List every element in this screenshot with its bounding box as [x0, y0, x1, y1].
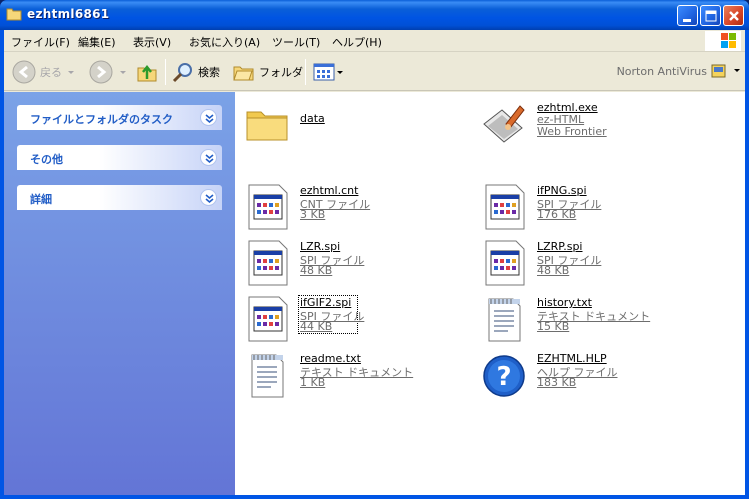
folder-up-icon	[137, 64, 157, 82]
norton-icon[interactable]	[711, 63, 727, 79]
file-item[interactable]: ifPNG.spi SPI ファイル 176 KB	[480, 183, 680, 231]
title-bar[interactable]: ezhtml6861	[0, 0, 749, 30]
task-title: 詳細	[30, 193, 52, 206]
close-icon	[729, 11, 739, 21]
window-file-icon	[248, 184, 288, 230]
file-view: data ezhtml.exe ez-HTML Web Frontier ezh…	[235, 92, 745, 495]
toolbar-separator	[165, 59, 166, 85]
task-details[interactable]: 詳細	[17, 185, 222, 210]
menu-help[interactable]: ヘルプ(H)	[332, 34, 382, 50]
close-button[interactable]	[723, 5, 744, 26]
windows-logo	[705, 31, 741, 51]
folders-icon	[233, 66, 254, 81]
file-item[interactable]: ezhtml.cnt CNT ファイル 3 KB	[243, 183, 443, 231]
search-label: 検索	[198, 66, 220, 79]
menu-favorites[interactable]: お気に入り(A)	[189, 34, 260, 50]
file-item[interactable]: readme.txt テキスト ドキュメント 1 KB	[243, 351, 443, 399]
help-file-icon: ?	[483, 355, 525, 397]
file-name: data	[300, 112, 325, 125]
menu-view[interactable]: 表示(V)	[133, 34, 171, 50]
task-other-places[interactable]: その他	[17, 145, 222, 170]
menu-edit[interactable]: 編集(E)	[78, 34, 116, 50]
file-size: 48 KB	[300, 264, 333, 277]
file-size: 48 KB	[537, 264, 570, 277]
window-file-icon	[248, 240, 288, 286]
file-item[interactable]: LZRP.spi SPI ファイル 48 KB	[480, 239, 680, 287]
folder-icon	[246, 111, 288, 141]
menu-bar: ファイル(F) 編集(E) 表示(V) お気に入り(A) ツール(T) ヘルプ(…	[4, 30, 745, 52]
file-item[interactable]: history.txt テキスト ドキュメント 15 KB	[480, 295, 680, 343]
file-size: 183 KB	[537, 376, 577, 389]
search-button[interactable]: 検索	[171, 59, 220, 85]
folders-button[interactable]: フォルダ	[232, 59, 303, 85]
file-item[interactable]: data	[243, 100, 443, 148]
toolbar: 戻る 検索 フォルダ Norton AntiVirus	[4, 53, 745, 91]
folders-label: フォルダ	[259, 66, 303, 79]
window-file-icon	[485, 240, 525, 286]
double-chevron-down-icon[interactable]	[200, 109, 217, 126]
minimize-icon	[683, 19, 691, 22]
file-size: Web Frontier	[537, 125, 607, 138]
double-chevron-down-icon[interactable]	[200, 189, 217, 206]
file-size: 15 KB	[537, 320, 570, 333]
folder-icon	[6, 8, 22, 21]
svg-text:?: ?	[496, 362, 511, 392]
window-title: ezhtml6861	[27, 7, 110, 21]
chevron-down-icon[interactable]	[733, 67, 741, 75]
double-chevron-down-icon[interactable]	[200, 149, 217, 166]
back-label: 戻る	[40, 66, 62, 79]
exe-icon	[483, 105, 525, 143]
task-file-folder[interactable]: ファイルとフォルダのタスク	[17, 105, 222, 130]
back-arrow-icon	[12, 60, 36, 84]
views-icon	[313, 63, 335, 81]
toolbar-separator	[305, 59, 306, 85]
text-document-icon	[488, 298, 521, 342]
task-title: ファイルとフォルダのタスク	[30, 113, 173, 126]
text-document-icon	[251, 354, 284, 398]
file-size: 44 KB	[300, 320, 333, 333]
minimize-button[interactable]	[677, 5, 698, 26]
window-file-icon	[248, 296, 288, 342]
task-pane: ファイルとフォルダのタスク その他 詳細	[4, 92, 235, 495]
file-item[interactable]: ? EZHTML.HLP ヘルプ ファイル 183 KB	[480, 351, 680, 399]
chevron-down-icon	[68, 71, 74, 74]
maximize-icon	[705, 10, 717, 22]
file-item-selected[interactable]: ifGIF2.spi SPI ファイル 44 KB	[243, 295, 443, 343]
forward-button[interactable]	[88, 59, 128, 85]
window-file-icon	[485, 184, 525, 230]
explorer-window: ezhtml6861 ファイル(F) 編集(E) 表示(V) お気に入り(A) …	[0, 0, 749, 499]
forward-arrow-icon	[89, 60, 113, 84]
views-button[interactable]	[312, 59, 344, 85]
chevron-down-icon	[120, 71, 126, 74]
file-size: 3 KB	[300, 208, 326, 221]
task-title: その他	[30, 153, 63, 166]
back-button[interactable]: 戻る	[11, 59, 76, 85]
search-icon	[172, 63, 192, 83]
maximize-button[interactable]	[700, 5, 721, 26]
menu-file[interactable]: ファイル(F)	[11, 34, 70, 50]
file-item[interactable]: ezhtml.exe ez-HTML Web Frontier	[480, 100, 680, 148]
menu-tools[interactable]: ツール(T)	[272, 34, 320, 50]
window-body: ファイル(F) 編集(E) 表示(V) お気に入り(A) ツール(T) ヘルプ(…	[4, 30, 745, 495]
file-size: 1 KB	[300, 376, 326, 389]
up-folder-button[interactable]	[135, 59, 159, 85]
chevron-down-icon	[337, 71, 343, 74]
norton-antivirus-label[interactable]: Norton AntiVirus	[617, 65, 707, 78]
file-size: 176 KB	[537, 208, 577, 221]
file-item[interactable]: LZR.spi SPI ファイル 48 KB	[243, 239, 443, 287]
